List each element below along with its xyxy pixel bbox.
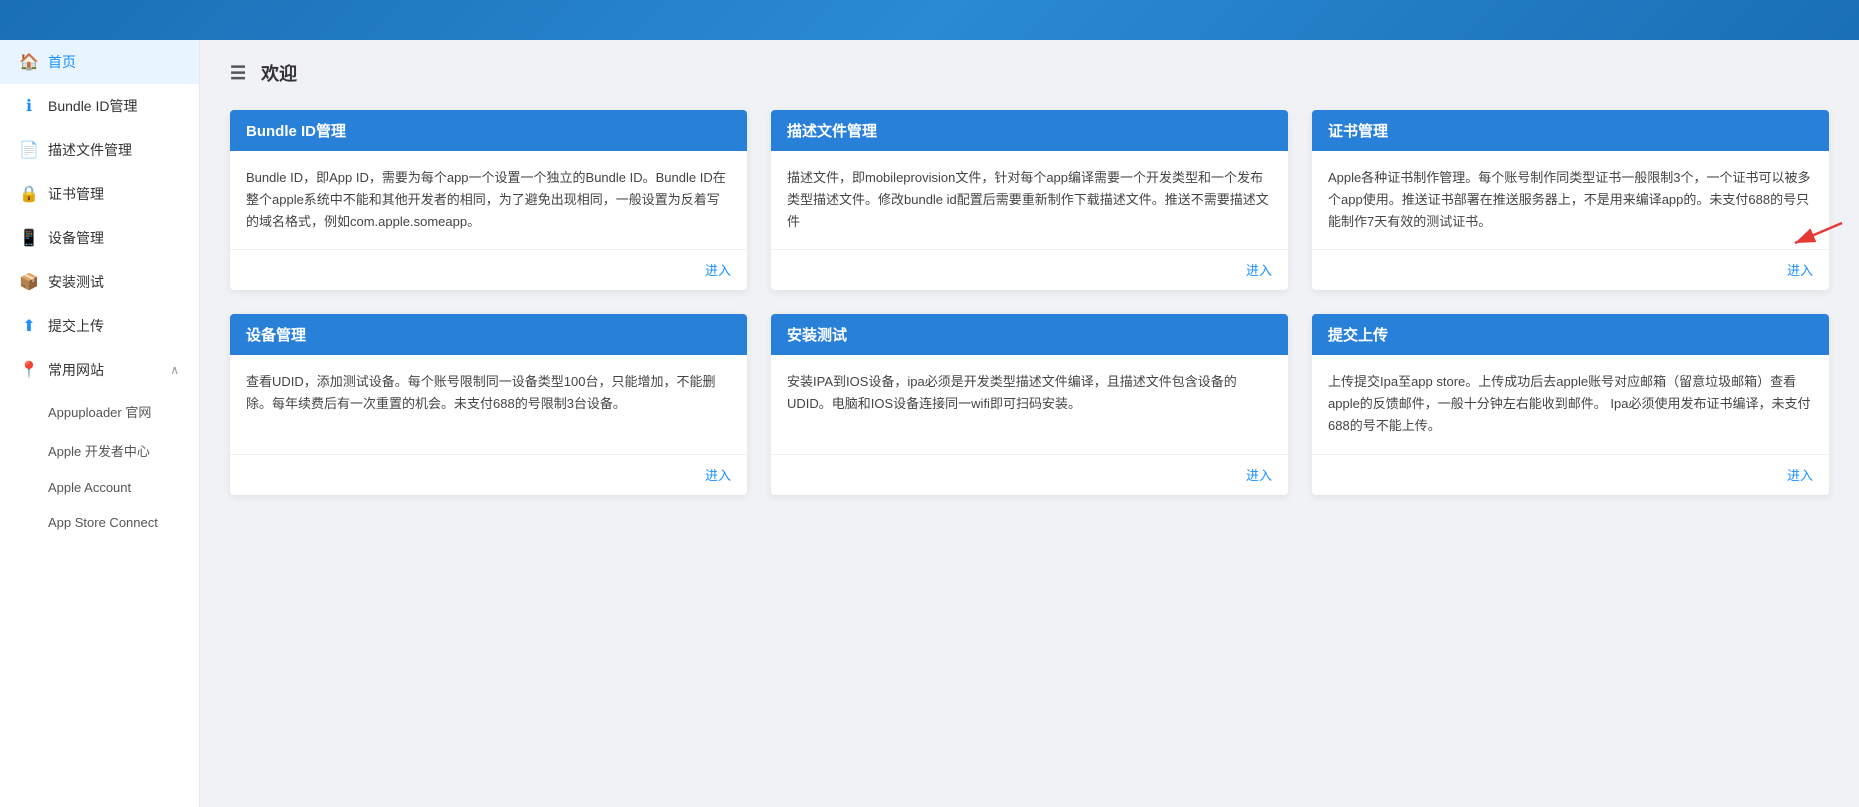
card-install-test-link[interactable]: 进入 (1246, 468, 1272, 483)
sidebar-sub-label-apple-account: Apple Account (48, 480, 131, 495)
page-title: 欢迎 (261, 60, 297, 86)
test-icon: 📦 (20, 273, 38, 291)
card-cert-body: Apple各种证书制作管理。每个账号制作同类型证书一般限制3个，一个证书可以被多… (1312, 151, 1829, 249)
sidebar-sub-label-appuploader: Appuploader 官网 (48, 402, 151, 421)
cert-icon: 🔒 (20, 185, 38, 203)
card-device: 设备管理 查看UDID，添加测试设备。每个账号限制同一设备类型100台，只能增加… (230, 314, 747, 494)
card-cert-link[interactable]: 进入 (1787, 263, 1813, 278)
desc-icon: 📄 (20, 141, 38, 159)
sidebar-item-submit-upload[interactable]: ⬆ 提交上传 (0, 304, 199, 348)
card-submit-upload-footer: 进入 (1312, 454, 1829, 495)
sidebar: 🏠 首页 ℹ Bundle ID管理 📄 描述文件管理 🔒 证书管理 📱 设备管… (0, 40, 200, 807)
card-bundle-id: Bundle ID管理 Bundle ID，即App ID，需要为每个app一个… (230, 110, 747, 290)
card-install-test-footer: 进入 (771, 454, 1288, 495)
card-cert-header: 证书管理 (1312, 110, 1829, 151)
sidebar-item-home[interactable]: 🏠 首页 (0, 40, 199, 84)
sidebar-item-cert[interactable]: 🔒 证书管理 (0, 172, 199, 216)
main-content: ☰ 欢迎 Bundle ID管理 Bundle ID，即App ID，需要为每个… (200, 40, 1859, 807)
sidebar-sub-apple-account[interactable]: Apple Account (0, 470, 199, 505)
card-cert-footer: 进入 (1312, 249, 1829, 290)
sidebar-label-install-test: 安装测试 (48, 272, 104, 292)
sidebar-item-common-sites[interactable]: 📍 常用网站 ∧ (0, 348, 199, 392)
card-install-test-header: 安装测试 (771, 314, 1288, 355)
card-submit-upload-body: 上传提交Ipa至app store。上传成功后去apple账号对应邮箱（留意垃圾… (1312, 355, 1829, 453)
card-desc-file-body: 描述文件，即mobileprovision文件，针对每个app编译需要一个开发类… (771, 151, 1288, 249)
card-install-test: 安装测试 安装IPA到IOS设备，ipa必须是开发类型描述文件编译，且描述文件包… (771, 314, 1288, 494)
chevron-up-icon: ∧ (170, 363, 179, 377)
sidebar-sub-appuploader[interactable]: Appuploader 官网 (0, 392, 199, 431)
card-submit-upload-header: 提交上传 (1312, 314, 1829, 355)
card-device-footer: 进入 (230, 454, 747, 495)
cards-grid: Bundle ID管理 Bundle ID，即App ID，需要为每个app一个… (230, 110, 1829, 495)
sidebar-item-bundle-id[interactable]: ℹ Bundle ID管理 (0, 84, 199, 128)
sidebar-sub-label-app-store-connect: App Store Connect (48, 515, 158, 530)
card-cert-wrapper: 证书管理 Apple各种证书制作管理。每个账号制作同类型证书一般限制3个，一个证… (1312, 110, 1829, 290)
card-install-test-body: 安装IPA到IOS设备，ipa必须是开发类型描述文件编译，且描述文件包含设备的U… (771, 355, 1288, 453)
sidebar-label-home: 首页 (48, 52, 76, 72)
card-submit-upload-link[interactable]: 进入 (1787, 468, 1813, 483)
card-desc-file-footer: 进入 (771, 249, 1288, 290)
sidebar-item-install-test[interactable]: 📦 安装测试 (0, 260, 199, 304)
sidebar-item-desc-file[interactable]: 📄 描述文件管理 (0, 128, 199, 172)
card-bundle-id-header: Bundle ID管理 (230, 110, 747, 151)
card-desc-file-link[interactable]: 进入 (1246, 263, 1272, 278)
card-cert: 证书管理 Apple各种证书制作管理。每个账号制作同类型证书一般限制3个，一个证… (1312, 110, 1829, 290)
card-bundle-id-link[interactable]: 进入 (705, 263, 731, 278)
card-desc-file-header: 描述文件管理 (771, 110, 1288, 151)
sidebar-label-bundle-id: Bundle ID管理 (48, 96, 137, 116)
card-submit-upload: 提交上传 上传提交Ipa至app store。上传成功后去apple账号对应邮箱… (1312, 314, 1829, 494)
sidebar-label-common-sites: 常用网站 (48, 360, 104, 380)
menu-icon: ☰ (230, 63, 246, 84)
card-device-header: 设备管理 (230, 314, 747, 355)
upload-icon: ⬆ (20, 317, 38, 335)
home-icon: 🏠 (20, 53, 38, 71)
device-icon: 📱 (20, 229, 38, 247)
sidebar-sub-apple-dev[interactable]: Apple 开发者中心 (0, 431, 199, 470)
card-device-body: 查看UDID，添加测试设备。每个账号限制同一设备类型100台，只能增加，不能删除… (230, 355, 747, 453)
sidebar-sub-label-apple-dev: Apple 开发者中心 (48, 441, 150, 460)
sidebar-sub-app-store-connect[interactable]: App Store Connect (0, 505, 199, 540)
sites-icon: 📍 (20, 361, 38, 379)
sidebar-label-cert: 证书管理 (48, 184, 104, 204)
sidebar-label-device: 设备管理 (48, 228, 104, 248)
card-desc-file: 描述文件管理 描述文件，即mobileprovision文件，针对每个app编译… (771, 110, 1288, 290)
sidebar-item-device[interactable]: 📱 设备管理 (0, 216, 199, 260)
top-bar (0, 0, 1859, 40)
card-device-link[interactable]: 进入 (705, 468, 731, 483)
card-bundle-id-footer: 进入 (230, 249, 747, 290)
sidebar-label-desc-file: 描述文件管理 (48, 140, 132, 160)
bundle-icon: ℹ (20, 97, 38, 115)
page-header: ☰ 欢迎 (230, 60, 1829, 86)
card-bundle-id-body: Bundle ID，即App ID，需要为每个app一个设置一个独立的Bundl… (230, 151, 747, 249)
sidebar-label-submit-upload: 提交上传 (48, 316, 104, 336)
